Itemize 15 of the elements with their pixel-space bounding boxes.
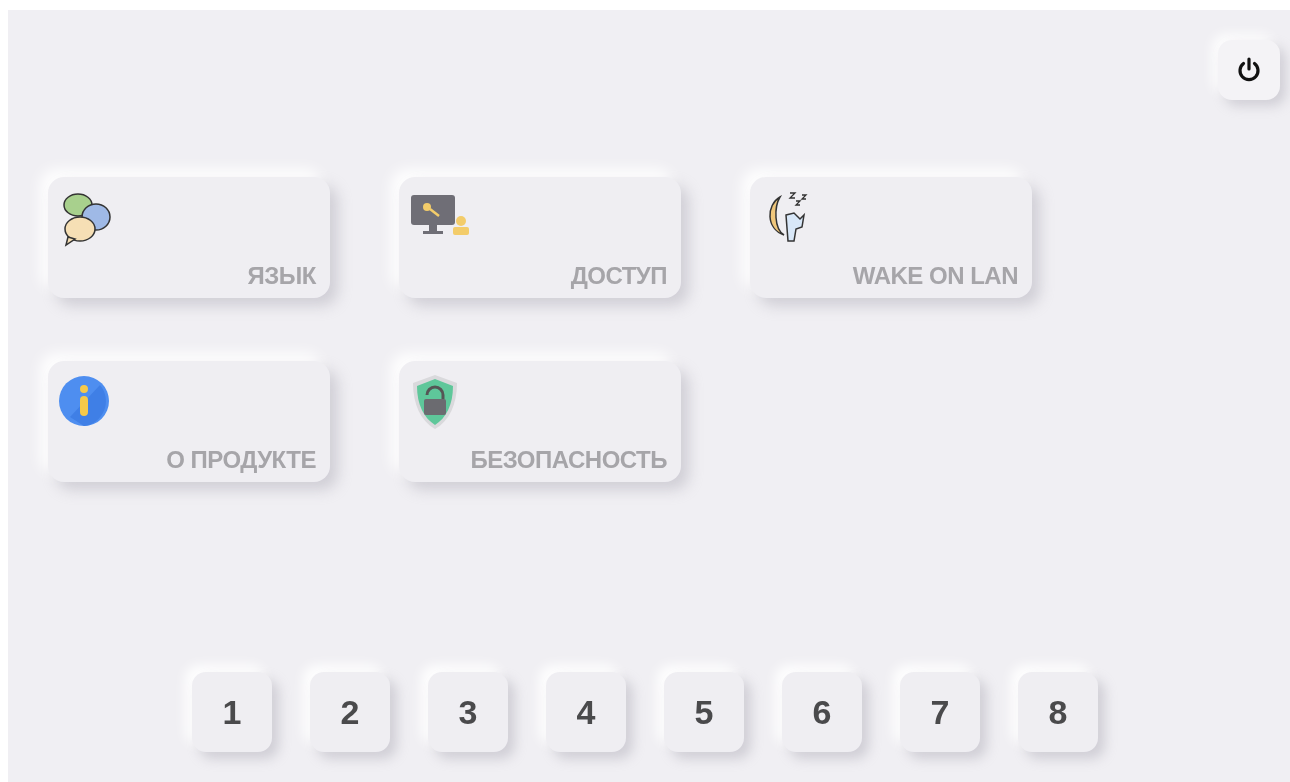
power-button[interactable] <box>1218 40 1280 100</box>
tile-label: WAKE ON LAN <box>852 262 1018 290</box>
tile-label: О ПРОДУКТЕ <box>166 446 316 474</box>
power-icon <box>1236 57 1262 83</box>
page-button[interactable]: 8 <box>1018 672 1098 752</box>
page-button[interactable]: 2 <box>310 672 390 752</box>
page-button[interactable]: 3 <box>428 672 508 752</box>
page-button[interactable]: 7 <box>900 672 980 752</box>
tile-label: ДОСТУП <box>570 262 667 290</box>
page-button[interactable]: 6 <box>782 672 862 752</box>
page-button[interactable]: 1 <box>192 672 272 752</box>
tile-label: ЯЗЫК <box>247 262 316 290</box>
page-button[interactable]: 5 <box>664 672 744 752</box>
page-button[interactable]: 4 <box>546 672 626 752</box>
tile-label: БЕЗОПАСНОСТЬ <box>470 446 667 474</box>
